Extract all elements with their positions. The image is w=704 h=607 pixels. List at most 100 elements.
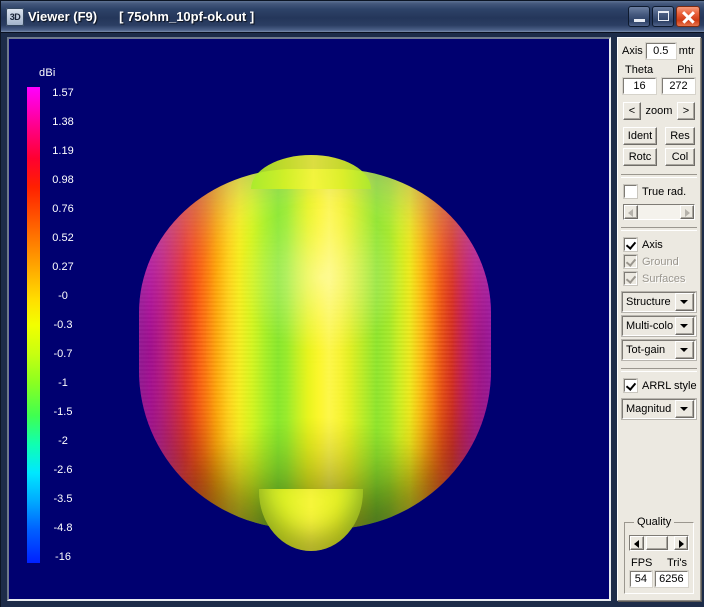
true-rad-checkbox[interactable]	[623, 184, 638, 199]
surfaces-checkbox-label: Surfaces	[642, 272, 686, 285]
structure-select[interactable]: Structure	[621, 291, 697, 313]
fps-value: 54	[629, 570, 653, 588]
legend-tick: -2	[58, 435, 68, 447]
color-mode-select[interactable]: Multi-colo	[621, 315, 697, 337]
gain-type-select[interactable]: Tot-gain	[621, 339, 697, 361]
window-filename: [ 75ohm_10pf-ok.out ]	[119, 9, 255, 24]
arrl-style-label: ARRL style	[642, 379, 697, 392]
res-button[interactable]: Res	[665, 127, 695, 145]
quality-scrollbar-track[interactable]	[644, 536, 674, 550]
true-rad-scrollbar[interactable]	[623, 204, 695, 220]
quality-label: Quality	[634, 516, 675, 528]
pattern-bottom-feature	[259, 489, 363, 551]
chevron-down-icon[interactable]	[675, 293, 694, 311]
client-area: dBi 1.57 1.38 1.19 0.98 0.76 0.52 0.27 -0 -0.3 -0…	[1, 33, 704, 607]
tris-value: 6256	[653, 570, 690, 588]
maximize-icon	[658, 11, 669, 21]
3d-radiation-pattern[interactable]	[131, 155, 501, 551]
tris-label: Tri's	[666, 557, 687, 569]
theta-input[interactable]: 16	[622, 77, 657, 95]
window-title: Viewer (F9)	[28, 9, 98, 24]
zoom-out-button[interactable]: <	[623, 102, 641, 120]
pattern-top-feature	[251, 155, 371, 189]
axis-checkbox-row[interactable]: Axis	[618, 236, 700, 253]
magnitude-select-value: Magnitud	[626, 403, 672, 415]
legend-tick: 1.38	[52, 116, 74, 128]
window-controls	[628, 6, 700, 27]
viewer-window: 3D Viewer (F9) [ 75ohm_10pf-ok.out ] dBi…	[0, 0, 704, 607]
separator-3	[621, 368, 697, 372]
arrl-style-row[interactable]: ARRL style	[618, 377, 700, 394]
rotc-button[interactable]: Rotc	[623, 148, 657, 166]
legend-tick: 0.76	[52, 203, 74, 215]
chevron-down-icon[interactable]	[675, 400, 694, 418]
surfaces-checkbox-row: Surfaces	[618, 270, 700, 287]
scrollbar-track[interactable]	[638, 205, 680, 219]
quality-groupbox: Quality FPS Tri's 54 6256	[624, 516, 694, 594]
chevron-down-icon[interactable]	[675, 341, 694, 359]
app-icon: 3D	[6, 7, 24, 26]
ground-checkbox-label: Ground	[642, 255, 679, 268]
legend-unit-label: dBi	[39, 67, 56, 79]
true-rad-row[interactable]: True rad.	[618, 183, 700, 200]
axis-unit-label: mtr	[678, 45, 695, 57]
stats-values-row: 54 6256	[625, 570, 693, 588]
rotc-col-row: Rotc Col	[618, 148, 700, 166]
axis-row: Axis 0.5 mtr	[618, 42, 700, 60]
arrl-style-checkbox[interactable]	[623, 378, 638, 393]
quality-scroll-left-arrow-icon[interactable]	[630, 536, 644, 550]
close-button[interactable]	[676, 6, 700, 27]
scrollbar-right-arrow-icon[interactable]	[680, 205, 694, 219]
legend-gradient-bar	[27, 87, 40, 563]
quality-scrollbar-thumb[interactable]	[646, 536, 668, 550]
surfaces-checkbox	[623, 271, 638, 286]
pattern-shading-overlay	[139, 169, 491, 529]
quality-scrollbar[interactable]	[629, 535, 689, 551]
legend-tick-list: 1.57 1.38 1.19 0.98 0.76 0.52 0.27 -0 -0.3 -0.7 -1…	[43, 81, 83, 571]
minimize-button[interactable]	[628, 6, 650, 27]
ident-res-row: Ident Res	[618, 127, 700, 145]
app-root: 3D Viewer (F9) [ 75ohm_10pf-ok.out ] dBi…	[0, 0, 704, 607]
magnitude-select[interactable]: Magnitud	[621, 398, 697, 420]
quality-scroll-right-arrow-icon[interactable]	[674, 536, 688, 550]
chevron-down-icon[interactable]	[675, 317, 694, 335]
true-rad-label: True rad.	[642, 185, 687, 198]
title-bar[interactable]: 3D Viewer (F9) [ 75ohm_10pf-ok.out ]	[1, 1, 704, 33]
legend-tick: -0.7	[53, 348, 73, 360]
legend-tick: 0.98	[52, 174, 74, 186]
phi-label: Phi	[677, 64, 693, 76]
legend-tick: 1.57	[52, 87, 74, 99]
color-legend: dBi 1.57 1.38 1.19 0.98 0.76 0.52 0.27 -0 -0.3 -0…	[23, 67, 79, 577]
separator-2	[621, 227, 697, 231]
angle-labels-row: Theta Phi	[618, 64, 700, 76]
color-mode-select-value: Multi-colo	[626, 320, 674, 332]
legend-tick: -1.5	[53, 406, 73, 418]
viewport-canvas[interactable]: dBi 1.57 1.38 1.19 0.98 0.76 0.52 0.27 -0 -0.3 -0…	[9, 39, 609, 599]
legend-tick: -2.6	[53, 464, 73, 476]
legend-tick: -0.3	[53, 319, 73, 331]
render-viewport[interactable]: dBi 1.57 1.38 1.19 0.98 0.76 0.52 0.27 -0 -0.3 -0…	[7, 37, 611, 601]
legend-tick: 0.52	[52, 232, 74, 244]
zoom-label: zoom	[645, 105, 673, 117]
separator-1	[621, 174, 697, 178]
zoom-row: < zoom >	[618, 102, 700, 120]
legend-tick: -4.8	[53, 522, 73, 534]
minimize-icon	[634, 19, 645, 22]
scrollbar-left-arrow-icon[interactable]	[624, 205, 638, 219]
maximize-button[interactable]	[652, 6, 674, 27]
structure-select-value: Structure	[626, 296, 671, 308]
pattern-lobe-surface	[139, 169, 491, 529]
ground-checkbox	[623, 254, 638, 269]
axis-checkbox[interactable]	[623, 237, 638, 252]
fps-label: FPS	[631, 557, 653, 569]
ident-button[interactable]: Ident	[623, 127, 657, 145]
legend-tick: -1	[58, 377, 68, 389]
angle-inputs-row: 16 272	[618, 77, 700, 95]
axis-input[interactable]: 0.5	[644, 42, 677, 60]
axis-checkbox-label: Axis	[642, 238, 663, 251]
col-button[interactable]: Col	[665, 148, 695, 166]
legend-tick: -3.5	[53, 493, 73, 505]
zoom-in-button[interactable]: >	[677, 102, 695, 120]
axis-label: Axis	[622, 45, 643, 57]
phi-input[interactable]: 272	[661, 77, 696, 95]
